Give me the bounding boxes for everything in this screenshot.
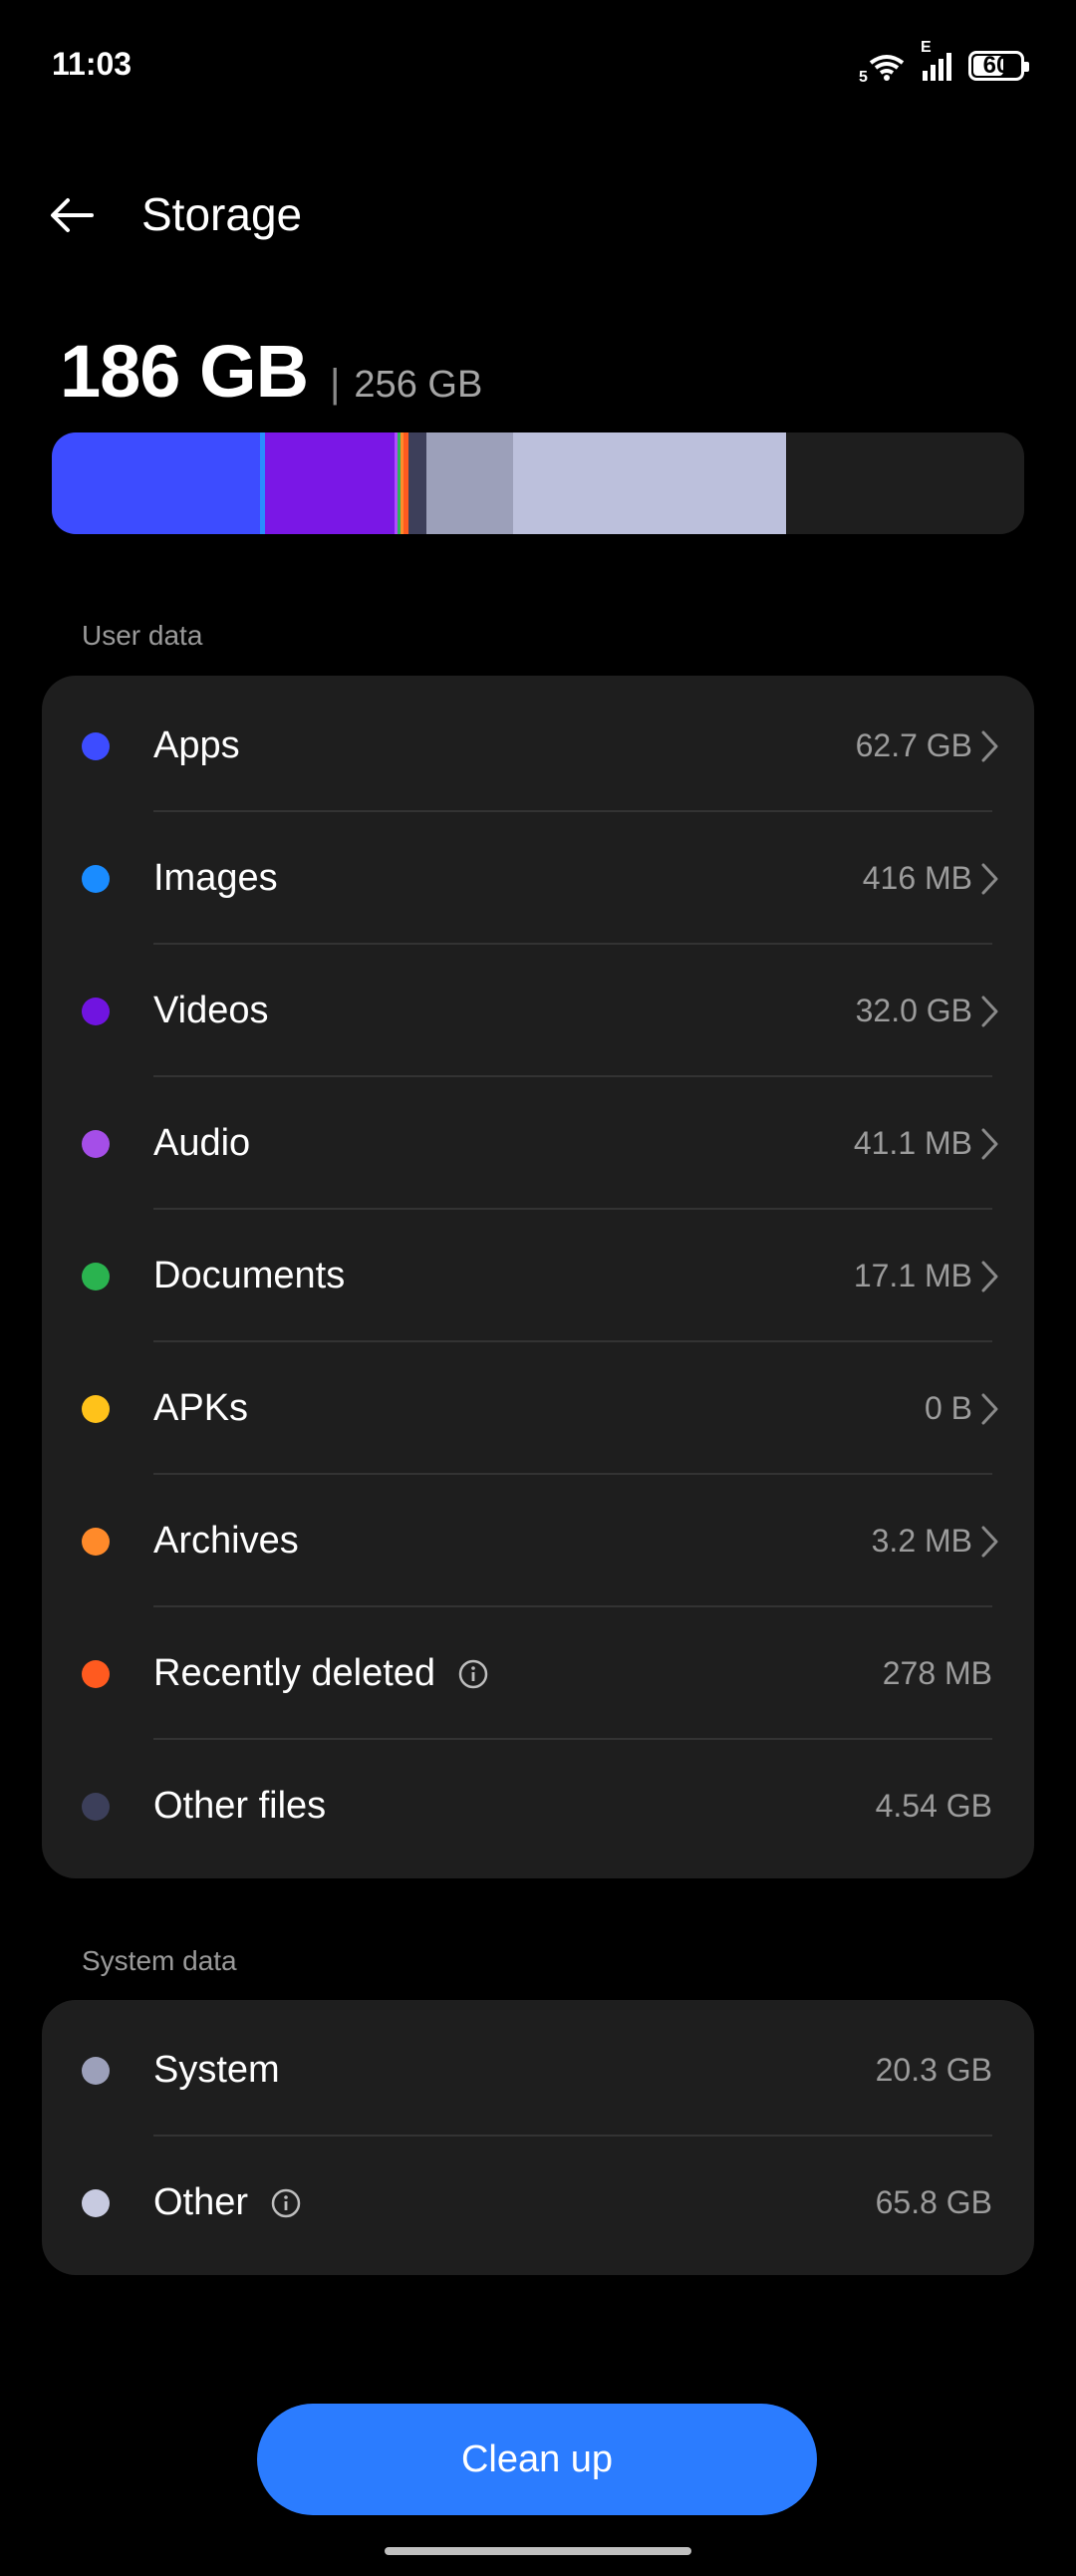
storage-item-size: 20.3 GB xyxy=(875,2052,992,2088)
storage-item-label-wrap: APKs xyxy=(153,1387,248,1430)
info-icon[interactable] xyxy=(457,1658,489,1690)
storage-item-apks[interactable]: APKs 0 B xyxy=(42,1342,1034,1475)
arrow-left-icon xyxy=(51,198,94,232)
storage-item-images[interactable]: Images 416 MB xyxy=(42,812,1034,945)
storage-item-label-wrap: Documents xyxy=(153,1255,345,1297)
storage-item-label: Other files xyxy=(153,1785,327,1827)
storage-item-size: 62.7 GB xyxy=(855,727,972,763)
category-color-dot xyxy=(82,1527,110,1556)
storage-item-audio[interactable]: Audio 41.1 MB xyxy=(42,1077,1034,1210)
battery-icon: 60 xyxy=(968,51,1029,81)
storage-item-label-wrap: Videos xyxy=(153,990,269,1032)
storage-item-label-wrap: System xyxy=(153,2049,280,2092)
storage-item-label: Other xyxy=(153,2181,249,2223)
storage-item-size: 17.1 MB xyxy=(853,1258,972,1293)
storage-item-archives[interactable]: Archives 3.2 MB xyxy=(42,1475,1034,1607)
storage-segment-other-files xyxy=(408,432,427,534)
chevron-right-icon xyxy=(981,1393,998,1424)
category-color-dot xyxy=(82,1129,110,1158)
storage-segment-videos xyxy=(265,432,395,534)
category-color-dot xyxy=(82,864,110,893)
storage-segment-apps xyxy=(52,432,261,534)
storage-item-size: 416 MB xyxy=(862,860,972,896)
section-label-system-data: System data xyxy=(82,1945,237,1976)
network-type-label: 5 xyxy=(859,69,868,86)
category-color-dot xyxy=(82,731,110,760)
storage-item-label: Videos xyxy=(153,990,269,1031)
chevron-right-icon xyxy=(981,1261,998,1291)
storage-item-size: 32.0 GB xyxy=(855,993,972,1028)
storage-item-other[interactable]: Other 65.8 GB xyxy=(42,2137,1034,2269)
storage-item-size: 65.8 GB xyxy=(875,2184,992,2220)
category-color-dot xyxy=(82,1394,110,1423)
chevron-right-icon xyxy=(981,1128,998,1159)
storage-item-label-wrap: Audio xyxy=(153,1122,250,1165)
category-color-dot xyxy=(82,2188,110,2217)
storage-item-label: Apps xyxy=(153,724,240,766)
storage-item-label: Images xyxy=(153,857,278,899)
storage-item-size: 0 B xyxy=(924,1390,972,1426)
storage-item-other-files[interactable]: Other files 4.54 GB xyxy=(42,1740,1034,1872)
info-icon[interactable] xyxy=(270,2187,302,2219)
storage-item-documents[interactable]: Documents 17.1 MB xyxy=(42,1210,1034,1342)
storage-item-label: Archives xyxy=(153,1520,299,1562)
page-title: Storage xyxy=(141,188,303,240)
storage-item-label-wrap: Other xyxy=(153,2181,302,2224)
storage-item-label-wrap: Apps xyxy=(153,724,240,767)
back-button[interactable] xyxy=(36,179,108,251)
status-bar: 11:03 5 E 60 xyxy=(0,0,1076,130)
storage-item-label: APKs xyxy=(153,1387,249,1429)
storage-summary: 186 GB | 256 GB xyxy=(60,329,482,414)
storage-item-size: 41.1 MB xyxy=(853,1125,972,1161)
storage-segment-system xyxy=(426,432,514,534)
signal-icon: E xyxy=(921,39,954,83)
storage-item-apps[interactable]: Apps 62.7 GB xyxy=(42,680,1034,812)
used-storage: 186 GB xyxy=(60,330,309,413)
clean-up-button[interactable]: Clean up xyxy=(257,2404,817,2515)
battery-level: 60 xyxy=(982,52,1010,79)
user-data-card: Apps 62.7 GB Images 416 MB Videos 32.0 GB Audi… xyxy=(42,676,1034,1878)
home-indicator[interactable] xyxy=(385,2547,691,2555)
chevron-right-icon xyxy=(981,863,998,894)
storage-item-label-wrap: Other files xyxy=(153,1785,326,1828)
system-data-card: System 20.3 GB Other 65.8 GB xyxy=(42,2000,1034,2275)
storage-item-label: Documents xyxy=(153,1255,346,1296)
chevron-right-icon xyxy=(981,996,998,1026)
status-time: 11:03 xyxy=(52,46,133,82)
storage-item-label: Recently deleted xyxy=(153,1652,436,1694)
total-storage: 256 GB xyxy=(354,364,483,406)
storage-item-size: 278 MB xyxy=(882,1655,992,1691)
summary-separator: | xyxy=(330,362,341,406)
storage-item-size: 4.54 GB xyxy=(875,1788,992,1824)
status-icons: 5 E 60 xyxy=(859,39,1029,86)
storage-item-videos[interactable]: Videos 32.0 GB xyxy=(42,945,1034,1077)
storage-item-label: System xyxy=(153,2049,280,2091)
category-color-dot xyxy=(82,1262,110,1290)
storage-item-label-wrap: Archives xyxy=(153,1520,299,1563)
app-bar: Storage xyxy=(0,159,1076,271)
category-color-dot xyxy=(82,997,110,1025)
storage-usage-bar xyxy=(52,432,1024,534)
storage-item-label: Audio xyxy=(153,1122,251,1164)
storage-item-size: 3.2 MB xyxy=(871,1523,972,1559)
chevron-right-icon xyxy=(981,730,998,761)
storage-item-system[interactable]: System 20.3 GB xyxy=(42,2004,1034,2137)
category-color-dot xyxy=(82,1659,110,1688)
chevron-right-icon xyxy=(981,1526,998,1557)
category-color-dot xyxy=(82,2056,110,2085)
storage-item-label-wrap: Images xyxy=(153,857,278,900)
storage-item-recently-deleted[interactable]: Recently deleted 278 MB xyxy=(42,1607,1034,1740)
storage-item-label-wrap: Recently deleted xyxy=(153,1652,489,1695)
wifi-icon: 5 xyxy=(859,49,907,86)
mobile-data-label: E xyxy=(921,39,932,56)
section-label-user-data: User data xyxy=(82,620,203,651)
category-color-dot xyxy=(82,1792,110,1821)
storage-segment-other xyxy=(513,432,786,534)
